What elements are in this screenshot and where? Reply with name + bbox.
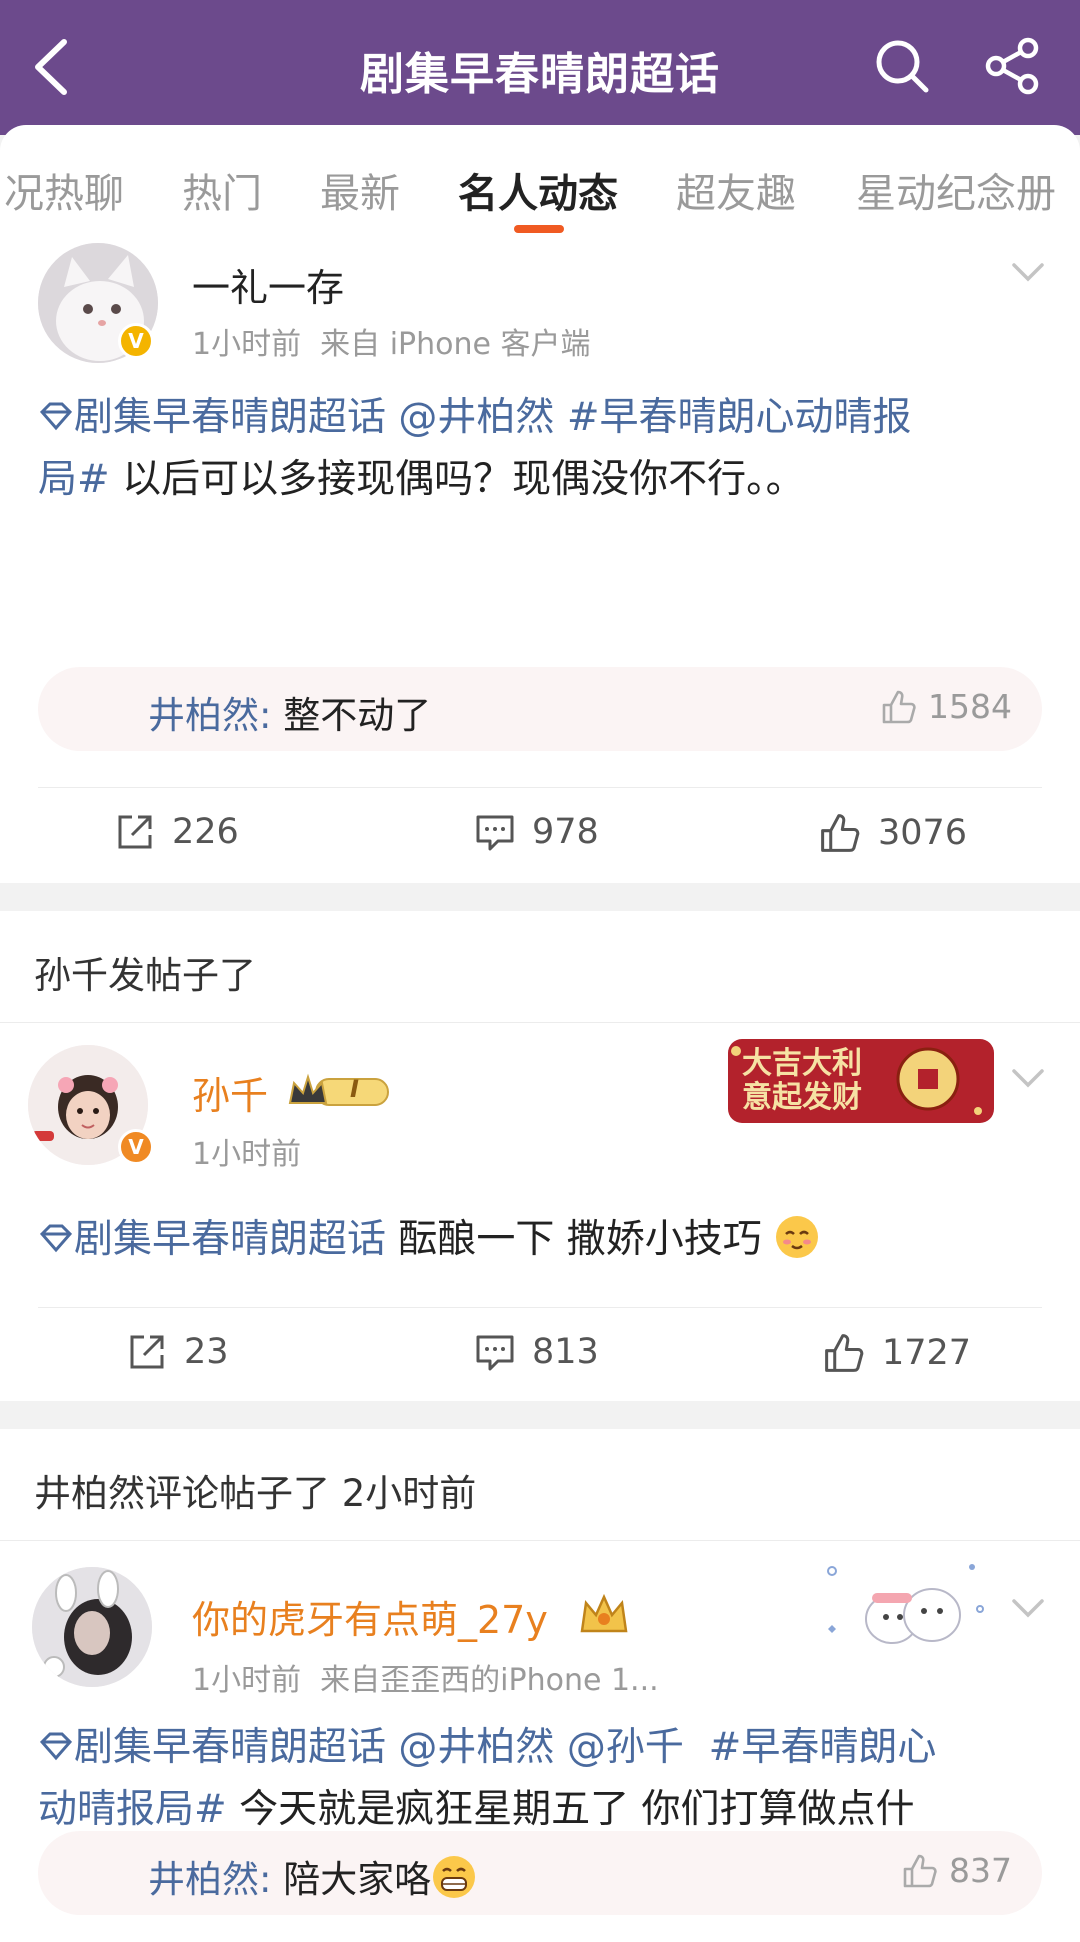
top-bar: 剧集早春晴朗超话 <box>0 0 1080 135</box>
repost-icon <box>130 1335 164 1369</box>
divider <box>38 787 1042 788</box>
post-source: 来自歪歪西的iPhone 1... <box>320 1663 659 1698</box>
crown-icon <box>288 1073 389 1106</box>
chevron-down-icon[interactable] <box>1008 1063 1048 1093</box>
verified-badge-icon: V <box>118 323 154 359</box>
tab-bar: 况热聊 热门 最新 名人动态 超友趣 星动纪念册 <box>0 125 1080 243</box>
activity-header: 井柏然评论帖子了 2小时前 <box>0 1429 1080 1541</box>
comment-icon <box>476 1335 514 1371</box>
separator <box>0 1401 1080 1429</box>
post-text: 以后可以多接现偶吗？现偶没你不行。。 <box>109 457 805 502</box>
post-card: V 一礼一存 1小时前 来自 iPhone 客户端 剧集早春晴朗超话 @井柏然 … <box>0 243 1080 883</box>
shy-smile-emoji-icon <box>776 1216 819 1258</box>
post-text: 酝酿一下 撒娇小技巧 <box>386 1217 762 1262</box>
mention-link[interactable]: @孙千 <box>567 1725 684 1770</box>
thumbs-up-icon <box>821 814 860 852</box>
hashtag-link-cont[interactable]: 动晴报局# <box>38 1787 227 1832</box>
thumbs-up-icon <box>882 690 916 723</box>
avatar[interactable] <box>32 1567 152 1687</box>
diamond-icon <box>39 402 73 431</box>
crown-badge-icon <box>580 1593 628 1633</box>
bunny-decoration-icon <box>827 1564 984 1644</box>
topic-link[interactable]: 剧集早春晴朗超话 <box>38 1725 386 1770</box>
post-text: 今天就是疯狂星期五了 你们打算做点什 <box>226 1787 915 1832</box>
tab-super-fun[interactable]: 超友趣 <box>676 161 796 219</box>
post-meta: 1小时前 来自歪歪西的iPhone 1... <box>192 1655 659 1699</box>
repost-button[interactable]: 226 <box>114 811 239 853</box>
tab-popular[interactable]: 热门 <box>182 161 262 219</box>
diamond-icon <box>39 1732 73 1761</box>
post-card: V 孙千 I 1小时前 大吉大利 意起发财 剧集早春晴朗超话 酝酿一下 撒娇小技… <box>0 1023 1080 1401</box>
thumbs-up-icon <box>825 1334 864 1372</box>
comment-button[interactable]: 813 <box>474 1331 599 1373</box>
tab-celebrity-updates[interactable]: 名人动态 <box>458 161 618 219</box>
comment-button[interactable]: 978 <box>474 811 599 853</box>
action-bar: 226 978 3076 <box>0 791 1080 881</box>
thumbs-up-icon <box>903 1854 937 1887</box>
activity-label: 孙千发帖子了 <box>34 954 256 997</box>
author-name[interactable]: 一礼一存 <box>192 257 344 312</box>
post-time: 1小时前 <box>192 1663 302 1698</box>
author-name[interactable]: 你的虎牙有点萌_27y <box>192 1589 548 1644</box>
hot-reply[interactable]: 井柏然: 整不动了 1584 <box>38 667 1042 751</box>
topic-link[interactable]: 剧集早春晴朗超话 <box>38 395 386 440</box>
verified-badge-icon: V <box>118 1129 154 1165</box>
tab-star-album[interactable]: 星动纪念册 <box>856 161 1056 219</box>
post-body: 剧集早春晴朗超话 酝酿一下 撒娇小技巧 <box>38 1209 1043 1271</box>
hashtag-link[interactable]: #早春晴朗心动晴报 <box>567 395 912 440</box>
reply-like-button[interactable]: 1584 <box>880 687 1012 726</box>
grin-emoji-icon <box>433 1856 476 1898</box>
hot-reply[interactable]: 井柏然: 陪大家咯 837 <box>38 1831 1042 1915</box>
topic-link[interactable]: 剧集早春晴朗超话 <box>38 1217 386 1262</box>
active-tab-indicator <box>514 225 564 233</box>
like-button[interactable]: 1727 <box>822 1331 971 1375</box>
post-card: 你的虎牙有点萌_27y 1小时前 来自歪歪西的iPhone 1... 剧集早春晴… <box>0 1541 1080 1942</box>
post-time: 1小时前 <box>192 327 302 362</box>
reply-author[interactable]: 井柏然: <box>148 694 271 737</box>
activity-label: 井柏然评论帖子了 2小时前 <box>34 1472 477 1515</box>
action-bar: 23 813 1727 <box>0 1311 1080 1401</box>
post-time: 1小时前 <box>192 1137 302 1172</box>
repost-button[interactable]: 23 <box>126 1331 229 1373</box>
post-source: 来自 iPhone 客户端 <box>320 327 591 362</box>
post-meta: 1小时前 来自 iPhone 客户端 <box>192 319 591 363</box>
tab-hot-chat[interactable]: 况热聊 <box>4 161 124 219</box>
mention-link[interactable]: @井柏然 <box>398 395 554 440</box>
author-name[interactable]: 孙千 <box>192 1065 268 1120</box>
comment-icon <box>476 815 514 851</box>
activity-header: 孙千发帖子了 <box>0 911 1080 1023</box>
search-icon[interactable] <box>872 36 932 96</box>
share-icon[interactable] <box>982 36 1042 96</box>
user-avatar-icon <box>32 1567 152 1687</box>
repost-icon <box>118 815 152 849</box>
hashtag-link-cont[interactable]: 局# <box>38 457 110 502</box>
chevron-down-icon[interactable] <box>1008 1593 1048 1623</box>
member-level-badge: I <box>286 1073 392 1109</box>
divider <box>38 1307 1042 1308</box>
reply-like-button[interactable]: 837 <box>901 1851 1012 1890</box>
reply-content: 井柏然: 整不动了 <box>148 694 432 737</box>
content-panel: 况热聊 热门 最新 名人动态 超友趣 星动纪念册 V 一礼一存 1小时前 来自 … <box>0 125 1080 1942</box>
like-button[interactable]: 3076 <box>818 811 967 855</box>
separator <box>0 883 1080 911</box>
decor-card: 大吉大利 意起发财 <box>728 1039 994 1123</box>
tab-latest[interactable]: 最新 <box>320 161 400 219</box>
hashtag-link[interactable]: #早春晴朗心 <box>709 1725 937 1770</box>
chevron-down-icon[interactable] <box>1008 257 1048 287</box>
diamond-icon <box>39 1224 73 1253</box>
post-body: 剧集早春晴朗超话 @井柏然 #早春晴朗心动晴报 局# 以后可以多接现偶吗？现偶没… <box>38 387 1043 511</box>
reply-author[interactable]: 井柏然: <box>148 1858 271 1901</box>
mention-link[interactable]: @井柏然 <box>398 1725 554 1770</box>
reply-content: 井柏然: 陪大家咯 <box>148 1849 477 1903</box>
